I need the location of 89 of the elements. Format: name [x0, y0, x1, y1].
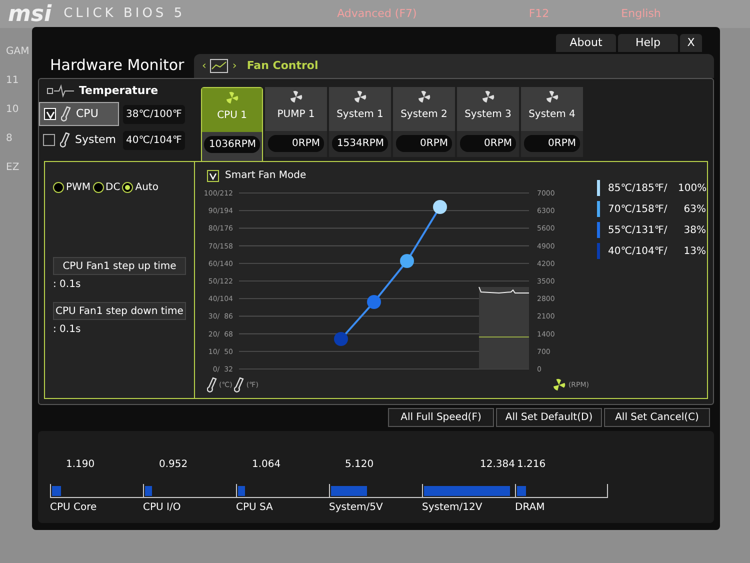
step-time-button[interactable]: CPU Fan1 step up time: [53, 257, 186, 275]
fan-name: System 2: [400, 108, 448, 122]
legend-percent: 38%: [682, 224, 706, 238]
side-label: GAM: [6, 45, 30, 59]
fan-name: CPU 1: [217, 109, 247, 123]
step-time-value: : 0.1s: [53, 278, 82, 292]
fan-rpm: 0RPM: [460, 135, 516, 152]
side-label: EZ: [6, 161, 20, 175]
voltage-name: CPU SA: [236, 501, 274, 515]
fan-icon: [353, 90, 367, 104]
step-time-button[interactable]: CPU Fan1 step down time: [53, 302, 186, 320]
curve-point[interactable]: [400, 254, 414, 268]
action-button[interactable]: All Set Default(D): [496, 408, 602, 427]
temperature-title: Temperature: [79, 82, 158, 99]
fan-icon: [552, 378, 566, 392]
sensor-name: CPU: [76, 106, 98, 122]
voltage-value: 1.064: [251, 458, 282, 472]
fan-rpm: 1036RPM: [204, 136, 260, 153]
sensor-item[interactable]: CPU: [39, 102, 119, 126]
header-button[interactable]: About: [556, 34, 616, 52]
product-name: CLICK BIOS 5: [64, 5, 186, 24]
side-label: 10: [6, 103, 20, 117]
fan-control-tab[interactable]: ‹ › Fan Control: [194, 54, 714, 78]
mode-radio[interactable]: DC: [92, 180, 120, 195]
legend-percent: 100%: [678, 182, 706, 196]
voltage-name: System/5V: [329, 501, 384, 515]
smart-fan-label: Smart Fan Mode: [225, 169, 306, 183]
voltage-value: 0.952: [158, 458, 189, 472]
fan-tab[interactable]: CPU 1 1036RPM: [201, 87, 263, 163]
fan-name: System 1: [336, 108, 384, 122]
logo: msi: [8, 0, 52, 28]
fan-tab[interactable]: PUMP 1 0RPM: [265, 87, 327, 157]
fan-tab[interactable]: System 3 0RPM: [457, 87, 519, 157]
voltage-name: System/12V: [422, 501, 484, 515]
temperature-icon: [47, 84, 75, 98]
legend-label: 55℃/131℉/: [608, 224, 668, 238]
voltage-value: 1.216: [516, 458, 547, 472]
legend-label: 85℃/185℉/: [608, 182, 668, 196]
side-label: 11: [6, 74, 20, 88]
thermometer-icon: [60, 132, 70, 148]
prev-arrow[interactable]: ‹: [202, 58, 206, 74]
fan-icon: [289, 90, 303, 104]
step-time-value: : 0.1s: [53, 323, 82, 337]
smart-fan-checkbox[interactable]: [207, 170, 219, 182]
legend-label: 40℃/104℉/: [608, 244, 668, 258]
mode-radio[interactable]: Auto: [122, 180, 158, 195]
sensor-checkbox[interactable]: [43, 134, 55, 146]
sensor-item[interactable]: System: [39, 128, 119, 152]
action-button[interactable]: All Set Cancel(C): [604, 408, 710, 427]
window-title: Hardware Monitor: [49, 54, 186, 76]
fan-rpm: 0RPM: [268, 135, 324, 152]
sensor-name: System: [75, 132, 116, 148]
legend-percent: 13%: [682, 244, 706, 258]
action-button[interactable]: All Full Speed(F): [388, 408, 494, 427]
fan-rpm: 0RPM: [524, 135, 580, 152]
chart-icon: [210, 59, 228, 73]
legend-percent: 63%: [682, 202, 706, 216]
voltage-name: CPU Core: [50, 501, 98, 515]
section-title: Fan Control: [246, 58, 318, 74]
legend-label: 70℃/158℉/: [608, 202, 668, 216]
next-arrow[interactable]: ›: [232, 58, 237, 74]
fan-tab[interactable]: System 1 1534RPM: [329, 87, 391, 157]
voltage-name: DRAM: [515, 501, 546, 515]
fan-rpm: 1534RPM: [332, 135, 388, 152]
header-button[interactable]: Help: [618, 34, 678, 52]
voltage-value: 12.384: [479, 458, 515, 472]
thermometer-icon: [234, 377, 244, 393]
sensor-reading: 38℃/100℉: [123, 104, 185, 124]
side-label: 8: [6, 132, 14, 146]
fan-name: PUMP 1: [277, 108, 315, 122]
mode-radio[interactable]: PWM: [53, 180, 91, 195]
voltage-value: 1.190: [65, 458, 96, 472]
fan-icon: [481, 90, 495, 104]
curve-point[interactable]: [433, 200, 447, 214]
fan-icon: [545, 90, 559, 104]
header-button[interactable]: X: [680, 34, 702, 52]
thermometer-icon: [207, 377, 217, 393]
fan-tab[interactable]: System 4 0RPM: [521, 87, 583, 157]
fan-icon: [417, 90, 431, 104]
sensor-reading: 40℃/104℉: [123, 130, 185, 150]
fan-icon: [225, 91, 239, 105]
thermometer-icon: [61, 106, 71, 122]
fan-rpm: 0RPM: [396, 135, 452, 152]
fan-name: System 4: [528, 108, 576, 122]
curve-point[interactable]: [367, 295, 381, 309]
voltage-name: CPU I/O: [143, 501, 182, 515]
fan-tab[interactable]: System 2 0RPM: [393, 87, 455, 157]
voltage-value: 5.120: [344, 458, 375, 472]
fan-name: System 3: [464, 108, 512, 122]
